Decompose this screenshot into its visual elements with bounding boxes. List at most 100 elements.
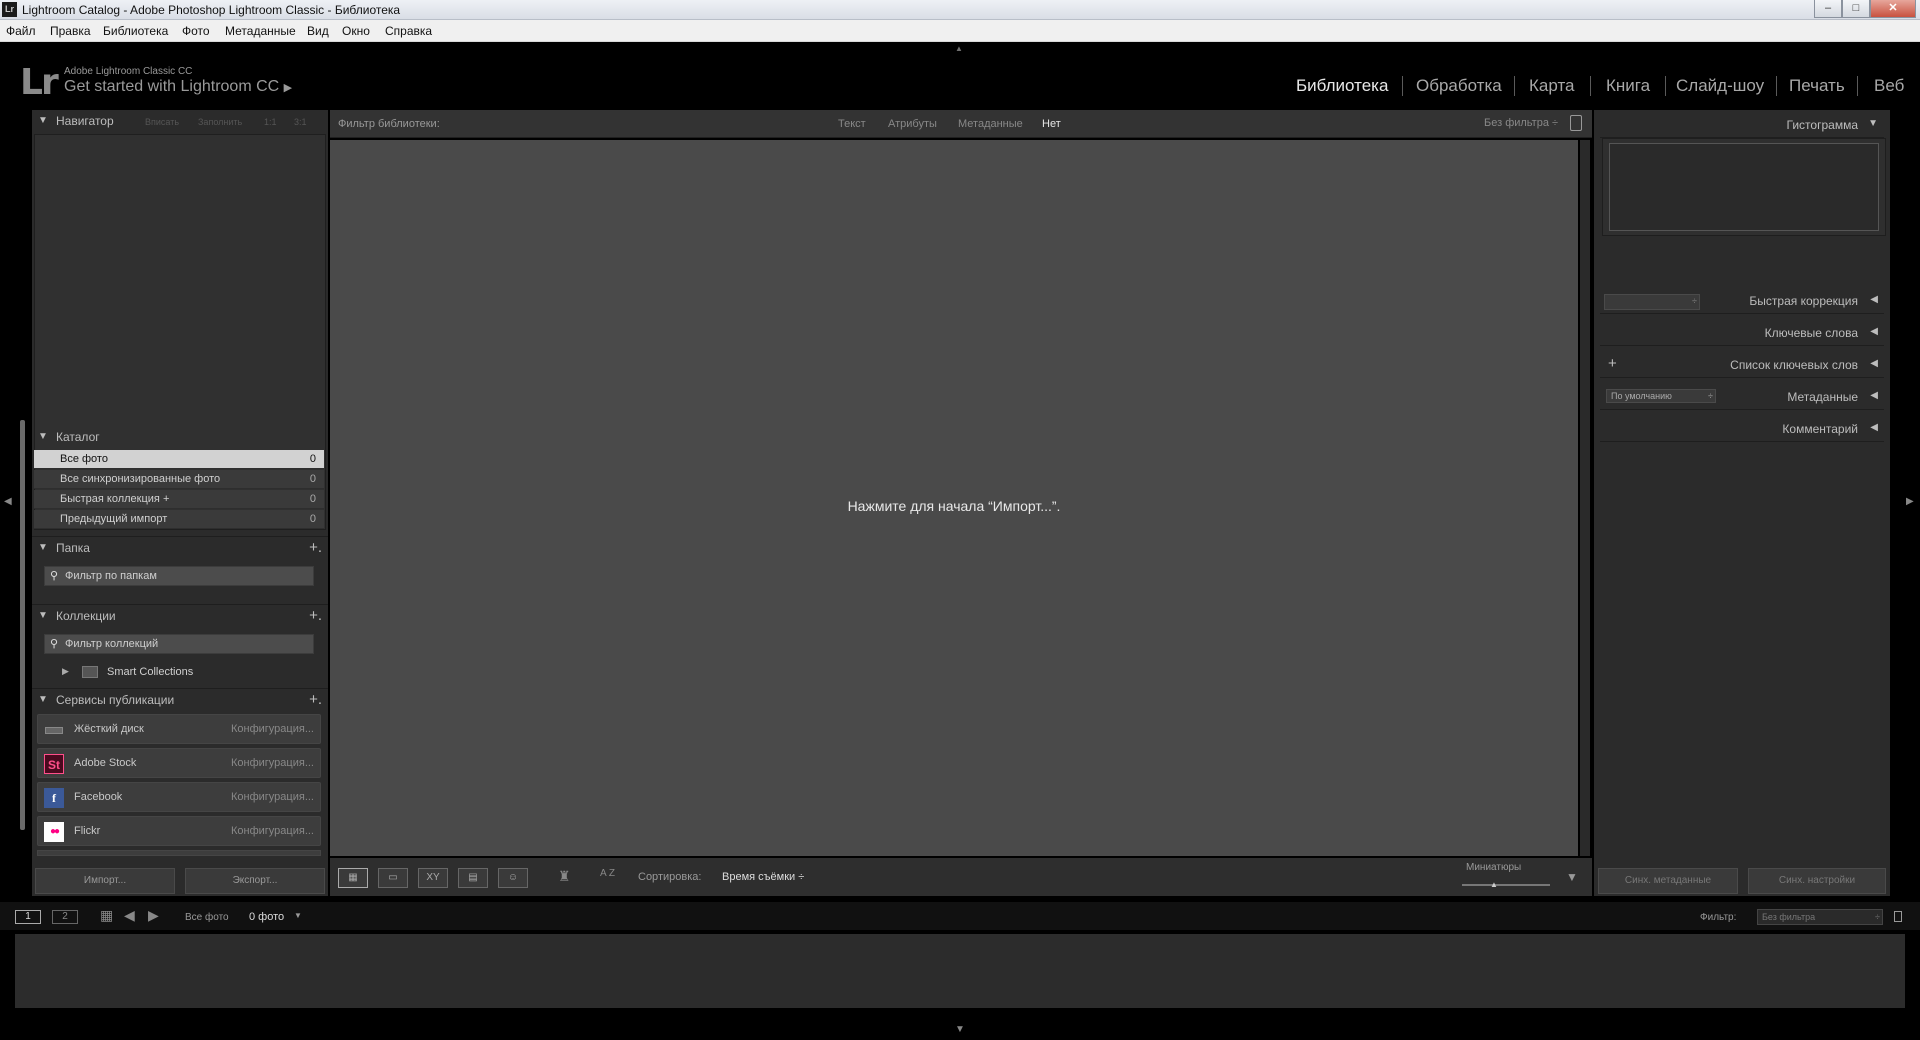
- filmstrip[interactable]: [15, 934, 1905, 1008]
- catalog-item-quick-collection[interactable]: Быстрая коллекция + 0: [34, 490, 324, 509]
- sort-direction-icon[interactable]: A Z: [600, 868, 615, 879]
- add-folder-icon[interactable]: +.: [309, 539, 322, 556]
- sync-settings-button[interactable]: Синх. настройки: [1748, 868, 1886, 894]
- navigator-1to1[interactable]: 1:1: [264, 117, 277, 127]
- grid-view[interactable]: Нажмите для начала “Импорт...”.: [330, 140, 1578, 856]
- catalog-header[interactable]: ▼ Каталог: [32, 426, 328, 448]
- menu-photo[interactable]: Фото: [182, 24, 210, 38]
- filter-tab-text[interactable]: Текст: [838, 118, 866, 130]
- menu-window[interactable]: Окно: [342, 24, 370, 38]
- publish-configure-link[interactable]: Конфигурация...: [231, 791, 314, 803]
- loupe-view-icon[interactable]: ▭: [378, 868, 408, 888]
- minimize-button[interactable]: –: [1814, 0, 1842, 18]
- maximize-button[interactable]: □: [1842, 0, 1870, 18]
- keyword-list-header[interactable]: + Список ключевых слов ◀: [1600, 350, 1884, 378]
- comments-header[interactable]: Комментарий ◀: [1600, 414, 1884, 442]
- back-arrow-icon[interactable]: ◀: [124, 907, 135, 924]
- expand-triangle-icon[interactable]: ▶: [62, 666, 69, 677]
- module-book[interactable]: Книга: [1606, 76, 1650, 96]
- filter-preset-select[interactable]: Без фильтра ÷: [1484, 117, 1558, 129]
- library-toolbar: ▦ ▭ XY ▤ ☺ ♜ A Z Сортировка: Время съёмк…: [330, 858, 1592, 896]
- module-develop[interactable]: Обработка: [1416, 76, 1502, 96]
- catalog-item-synced[interactable]: Все синхронизированные фото 0: [34, 470, 324, 489]
- publish-service-facebook[interactable]: f Facebook Конфигурация...: [37, 782, 321, 812]
- collections-header[interactable]: ▼ Коллекции +.: [32, 604, 328, 626]
- primary-display-button[interactable]: 1: [15, 910, 41, 924]
- spray-can-icon[interactable]: ♜: [558, 868, 571, 885]
- module-map[interactable]: Карта: [1529, 76, 1575, 96]
- publish-service-hard-drive[interactable]: Жёсткий диск Конфигурация...: [37, 714, 321, 744]
- module-library[interactable]: Библиотека: [1296, 76, 1388, 96]
- left-panel-scrollbar[interactable]: [20, 420, 25, 830]
- forward-arrow-icon[interactable]: ▶: [148, 907, 159, 924]
- source-dropdown-icon[interactable]: ▼: [294, 911, 302, 920]
- thumbnail-size-slider[interactable]: [1462, 884, 1550, 886]
- right-panel-toggle-icon[interactable]: ▶: [1906, 496, 1914, 507]
- filmstrip-lock-icon[interactable]: [1894, 911, 1902, 922]
- grid-shortcut-icon[interactable]: ▦: [100, 907, 113, 924]
- module-slideshow[interactable]: Слайд-шоу: [1676, 76, 1764, 96]
- add-publish-service-icon[interactable]: +.: [309, 691, 322, 708]
- grid-view-icon[interactable]: ▦: [338, 868, 368, 888]
- navigator-header[interactable]: ▼ Навигатор Вписать Заполнить 1:1 3:1: [32, 110, 328, 132]
- publish-configure-link[interactable]: Конфигурация...: [231, 757, 314, 769]
- filter-tab-none[interactable]: Нет: [1042, 118, 1061, 130]
- top-panel-toggle-icon[interactable]: ▲: [955, 44, 963, 53]
- menu-view[interactable]: Вид: [307, 24, 329, 38]
- smart-collection-icon: [82, 666, 98, 678]
- publish-services-header[interactable]: ▼ Сервисы публикации +.: [32, 688, 328, 710]
- publish-service-flickr[interactable]: ●● Flickr Конфигурация...: [37, 816, 321, 846]
- filter-tab-attributes[interactable]: Атрибуты: [888, 118, 937, 130]
- menu-library[interactable]: Библиотека: [103, 24, 168, 38]
- navigator-3to1[interactable]: 3:1: [294, 117, 307, 127]
- publish-service-adobe-stock[interactable]: St Adobe Stock Конфигурация...: [37, 748, 321, 778]
- toolbar-menu-icon[interactable]: ▼: [1566, 870, 1578, 884]
- secondary-display-button[interactable]: 2: [52, 910, 78, 924]
- navigator-fill[interactable]: Заполнить: [198, 117, 242, 127]
- filmstrip-filter-select[interactable]: Без фильтра ÷: [1757, 909, 1883, 925]
- metadata-header[interactable]: По умолчанию ÷ Метаданные ◀: [1600, 382, 1884, 410]
- module-print[interactable]: Печать: [1789, 76, 1845, 96]
- menu-edit[interactable]: Правка: [50, 24, 91, 38]
- close-button[interactable]: ✕: [1870, 0, 1916, 18]
- people-view-icon[interactable]: ☺: [498, 868, 528, 888]
- metadata-preset-select[interactable]: По умолчанию ÷: [1606, 389, 1716, 403]
- add-collection-icon[interactable]: +.: [309, 607, 322, 624]
- filter-tab-metadata[interactable]: Метаданные: [958, 118, 1023, 130]
- import-button[interactable]: Импорт...: [35, 868, 175, 894]
- sync-metadata-button[interactable]: Синх. метаданные: [1598, 868, 1738, 894]
- publish-configure-link[interactable]: Конфигурация...: [231, 723, 314, 735]
- import-prompt[interactable]: Нажмите для начала “Импорт...”.: [330, 498, 1578, 514]
- filmstrip-source[interactable]: Все фото: [185, 912, 229, 923]
- folder-filter-input[interactable]: ⚲ Фильтр по папкам: [44, 566, 314, 586]
- smart-collections-row[interactable]: ▶ Smart Collections: [62, 664, 322, 682]
- grid-scrollbar[interactable]: [1580, 140, 1590, 856]
- publish-configure-link[interactable]: Конфигурация...: [231, 825, 314, 837]
- quick-develop-header[interactable]: Быстрая коррекция ◀: [1600, 286, 1884, 314]
- get-started-link[interactable]: Get started with Lightroom CC ▶: [64, 78, 292, 96]
- add-keyword-icon[interactable]: +: [1608, 355, 1617, 372]
- menu-help[interactable]: Справка: [385, 24, 432, 38]
- left-panel-toggle-icon[interactable]: ◀: [4, 496, 12, 507]
- histogram-header[interactable]: Гистограмма ▼: [1600, 110, 1884, 138]
- folders-header[interactable]: ▼ Папка +.: [32, 536, 328, 558]
- expand-triangle-icon: ◀: [1870, 294, 1878, 305]
- filmstrip-bar: 1 2 ▦ ◀ ▶ Все фото 0 фото ▼ Фильтр: Без …: [0, 902, 1920, 930]
- sort-select[interactable]: Время съёмки ÷: [722, 871, 804, 883]
- module-web[interactable]: Веб: [1874, 76, 1904, 96]
- navigator-fit[interactable]: Вписать: [145, 117, 179, 127]
- catalog-item-all-photos[interactable]: Все фото 0: [34, 450, 324, 469]
- survey-view-icon[interactable]: ▤: [458, 868, 488, 888]
- keywording-header[interactable]: Ключевые слова ◀: [1600, 318, 1884, 346]
- histogram-graph[interactable]: [1609, 143, 1879, 231]
- compare-view-icon[interactable]: XY: [418, 868, 448, 888]
- catalog-item-label: Быстрая коллекция +: [60, 493, 170, 505]
- collection-filter-input[interactable]: ⚲ Фильтр коллекций: [44, 634, 314, 654]
- menu-metadata[interactable]: Метаданные: [225, 24, 296, 38]
- menu-file[interactable]: Файл: [6, 24, 36, 38]
- export-button[interactable]: Экспорт...: [185, 868, 325, 894]
- bottom-panel-toggle-icon[interactable]: ▼: [955, 1024, 965, 1035]
- catalog-item-previous-import[interactable]: Предыдущий импорт 0: [34, 510, 324, 529]
- filter-lock-icon[interactable]: [1570, 115, 1582, 131]
- thumbnail-slider-thumb[interactable]: ▲: [1490, 880, 1498, 889]
